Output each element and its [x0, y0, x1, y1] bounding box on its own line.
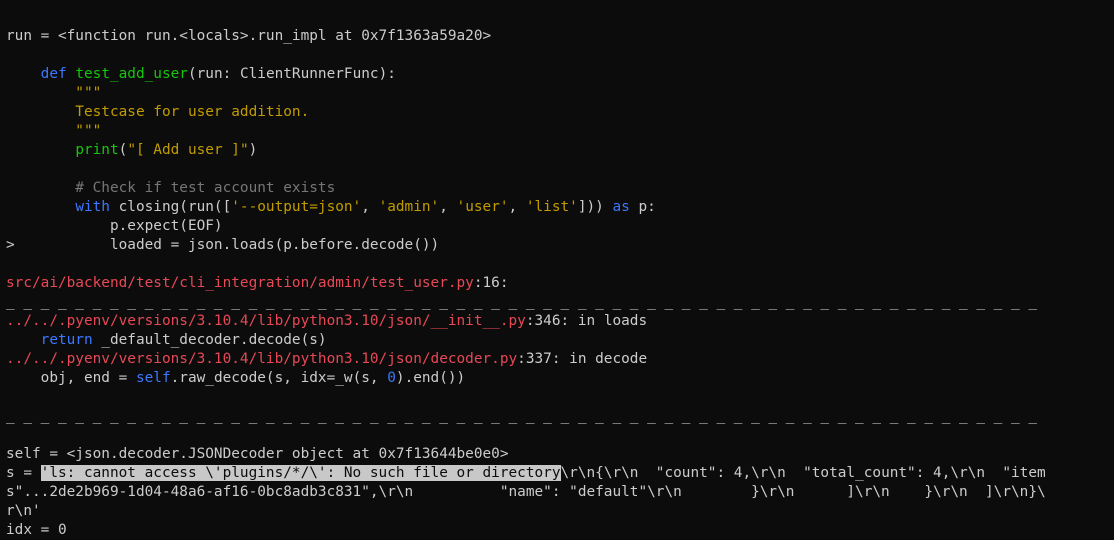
terminal-text: self = <json.decoder.JSONDecoder object … [6, 446, 509, 462]
terminal-text: ( [118, 142, 128, 158]
terminal-text: 0 [387, 370, 396, 386]
terminal-line: obj, end = self.raw_decode(s, idx=_w(s, … [6, 369, 1114, 388]
terminal-text: .raw_decode(s, idx=_w(s, [170, 370, 388, 386]
terminal-text: _default_decoder.decode(s) [92, 332, 327, 348]
terminal-text: as [612, 199, 630, 215]
terminal-text: idx = 0 [6, 522, 67, 538]
terminal-line: self = <json.decoder.JSONDecoder object … [6, 445, 1114, 464]
terminal-output[interactable]: run = <function run.<locals>.run_impl at… [0, 0, 1114, 538]
terminal-text: p: [629, 199, 656, 215]
terminal-text: p.expect(EOF) [6, 218, 223, 234]
terminal-text: r\n' [6, 503, 41, 519]
terminal-line: return _default_decoder.decode(s) [6, 331, 1114, 350]
terminal-text: \r\n{\r\n "count": 4,\r\n "total_count":… [560, 465, 1046, 481]
terminal-text: obj, end = [6, 370, 136, 386]
terminal-text: return [40, 332, 93, 348]
terminal-line: ../../.pyenv/versions/3.10.4/lib/python3… [6, 312, 1114, 331]
terminal-line: run = <function run.<locals>.run_impl at… [6, 27, 1114, 46]
terminal-text: :337: in decode [517, 351, 648, 367]
terminal-line: ../../.pyenv/versions/3.10.4/lib/python3… [6, 350, 1114, 369]
terminal-line: """ [6, 122, 1114, 141]
terminal-text: s = [6, 465, 41, 481]
terminal-text: (run: ClientRunnerFunc): [187, 66, 396, 82]
terminal-text: 'list' [525, 199, 578, 215]
terminal-text: ../../.pyenv/versions/3.10.4/lib/python3… [6, 351, 518, 367]
terminal-text: 'admin' [378, 199, 440, 215]
terminal-text: _ _ _ _ _ _ _ _ _ _ _ _ _ _ _ _ _ _ _ _ … [6, 294, 1038, 310]
terminal-line: > loaded = json.loads(p.before.decode()) [6, 236, 1114, 255]
terminal-text: :16: [473, 275, 509, 291]
terminal-line: r\n' [6, 502, 1114, 521]
terminal-text: , [508, 199, 526, 215]
terminal-text: src/ai/backend/test/cli_integration/admi… [6, 275, 474, 291]
terminal-text: ])) [577, 199, 613, 215]
terminal-text: # Check if test account exists [6, 180, 336, 196]
terminal-text: test_add_user [75, 66, 188, 82]
terminal-line: s"...2de2b969-1d04-48a6-af16-0bc8adb3c83… [6, 483, 1114, 502]
terminal-text: Testcase for user addition. [6, 104, 310, 120]
terminal-text: """ [6, 123, 102, 139]
terminal-text: ).end()) [395, 370, 466, 386]
terminal-text: closing(run([ [109, 199, 232, 215]
terminal-text: _ _ _ _ _ _ _ _ _ _ _ _ _ _ _ _ _ _ _ _ … [6, 408, 1038, 424]
terminal-text: , [439, 199, 457, 215]
selected-text: 'ls: cannot access \'plugins/*/\': No su… [40, 465, 561, 481]
terminal-text: print [75, 142, 119, 158]
terminal-text: def [40, 66, 67, 82]
terminal-line: _ _ _ _ _ _ _ _ _ _ _ _ _ _ _ _ _ _ _ _ … [6, 407, 1114, 426]
terminal-text: > loaded = json.loads(p.before.decode()) [6, 237, 440, 253]
terminal-line: src/ai/backend/test/cli_integration/admi… [6, 274, 1114, 293]
terminal-line: """ [6, 84, 1114, 103]
terminal-text: 'user' [456, 199, 509, 215]
terminal-text: :346: in loads [525, 313, 648, 329]
terminal-line: idx = 0 [6, 521, 1114, 540]
terminal-line: with closing(run(['--output=json', 'admi… [6, 198, 1114, 217]
terminal-line: def test_add_user(run: ClientRunnerFunc)… [6, 65, 1114, 84]
terminal-line: s = 'ls: cannot access \'plugins/*/\': N… [6, 464, 1114, 483]
terminal-text: ../../.pyenv/versions/3.10.4/lib/python3… [6, 313, 526, 329]
terminal-line: Testcase for user addition. [6, 103, 1114, 122]
terminal-text: with [75, 199, 110, 215]
terminal-text: """ [6, 85, 102, 101]
terminal-text: , [361, 199, 379, 215]
terminal-line: _ _ _ _ _ _ _ _ _ _ _ _ _ _ _ _ _ _ _ _ … [6, 293, 1114, 312]
terminal-line: # Check if test account exists [6, 179, 1114, 198]
terminal-line: p.expect(EOF) [6, 217, 1114, 236]
terminal-text: self [135, 370, 171, 386]
terminal-text: run = <function run.<locals>.run_impl at… [6, 28, 492, 44]
terminal-text: s"...2de2b969-1d04-48a6-af16-0bc8adb3c83… [6, 484, 1046, 500]
terminal-text: ) [248, 142, 258, 158]
terminal-text: '--output=json' [231, 199, 362, 215]
terminal-text: "[ Add user ]" [127, 142, 249, 158]
terminal-line: print("[ Add user ]") [6, 141, 1114, 160]
